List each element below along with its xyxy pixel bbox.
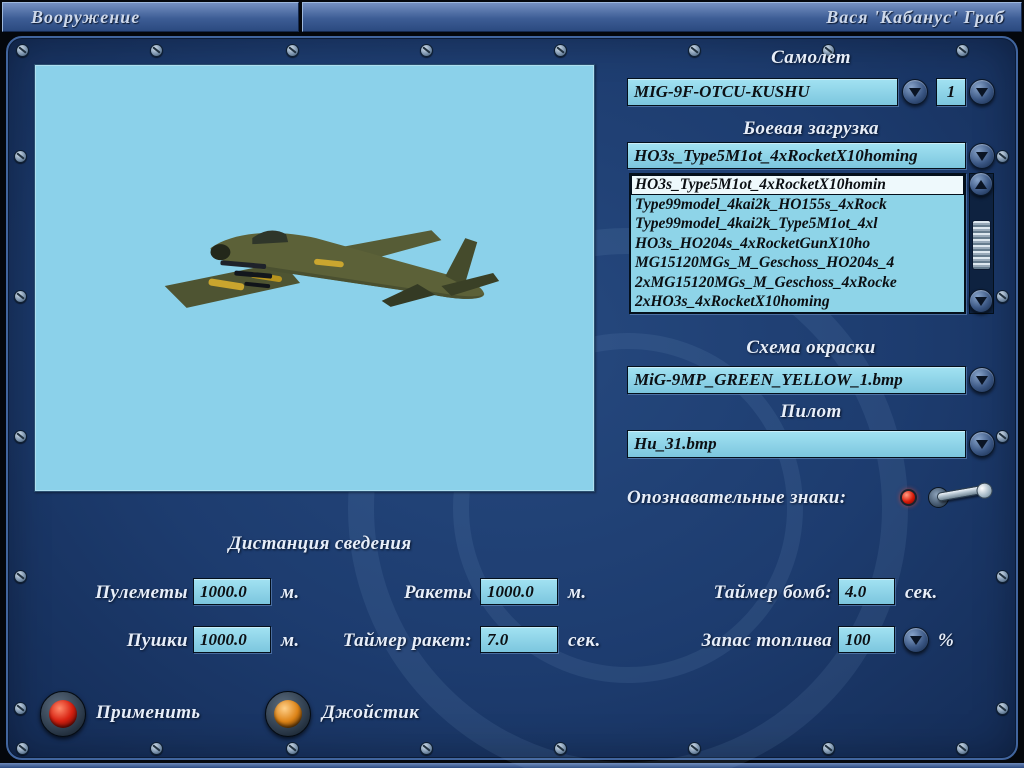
fuel-label: Запас топлива (701, 630, 832, 651)
screen-title: Вооружение (31, 6, 141, 27)
player-name: Вася 'Кабанус' Граб (826, 6, 1005, 27)
screw-icon (554, 44, 567, 57)
loadout-options-list: HO3s_Type5M1ot_4xRocketX10homin Type99mo… (629, 173, 966, 314)
paint-select[interactable]: MiG-9MP_GREEN_YELLOW_1.bmp (627, 366, 966, 394)
markings-toggle[interactable] (898, 481, 998, 515)
fuel-unit: % (938, 630, 955, 651)
paint-label: Схема окраски (746, 337, 876, 358)
joystick-button[interactable] (265, 691, 311, 737)
screw-icon (16, 742, 29, 755)
cannons-label: Пушки (126, 630, 188, 651)
rocket-timer-field[interactable]: 7.0 (480, 626, 558, 653)
aircraft-select[interactable]: MIG-9F-OTCU-KUSHU (627, 78, 898, 106)
screw-icon (996, 290, 1009, 303)
loadout-option[interactable]: MG15120MGs_M_Geschoss_HO204s_4 (631, 253, 964, 273)
mg-convergence-field[interactable]: 1000.0 (193, 578, 271, 605)
loadout-option[interactable]: 2xMG15120MGs_M_Geschoss_4xRocke (631, 273, 964, 293)
loadout-option[interactable]: Type99model_4kai2k_Type5M1ot_4xl (631, 214, 964, 234)
armament-screen: Вооружение Вася 'Кабанус' Граб Самолет M… (0, 0, 1024, 768)
cannons-convergence-field[interactable]: 1000.0 (193, 626, 271, 653)
indicator-light-icon (900, 489, 917, 506)
bomb-timer-label: Таймер бомб: (713, 582, 832, 603)
screw-icon (822, 742, 835, 755)
screw-icon (14, 290, 27, 303)
bottom-strip (0, 763, 1024, 768)
mg-unit: м. (281, 582, 300, 603)
bomb-timer-field[interactable]: 4.0 (838, 578, 895, 605)
red-button-icon (49, 700, 77, 728)
rocket-timer-label: Таймер ракет: (342, 630, 472, 651)
rockets-label: Ракеты (404, 582, 472, 603)
screen-title-tab: Вооружение (2, 2, 299, 32)
bomb-timer-unit: сек. (905, 582, 938, 603)
screw-icon (956, 742, 969, 755)
player-name-bar: Вася 'Кабанус' Граб (302, 2, 1022, 32)
loadout-option[interactable]: 2xHO3s_4xRocketX10homing (631, 292, 964, 312)
aircraft-dropdown-arrow-icon[interactable] (902, 79, 928, 105)
screw-icon (420, 44, 433, 57)
aircraft-model-image (164, 230, 500, 308)
loadout-dropdown-arrow-icon[interactable] (969, 143, 995, 169)
screw-icon (996, 430, 1009, 443)
joystick-button-label[interactable]: Джойстик (322, 702, 419, 724)
screw-icon (996, 150, 1009, 163)
screw-icon (996, 702, 1009, 715)
screw-icon (286, 44, 299, 57)
aircraft-count-arrow-icon[interactable] (969, 79, 995, 105)
loadout-select[interactable]: HO3s_Type5M1ot_4xRocketX10homing (627, 142, 966, 169)
aircraft-preview (34, 64, 595, 492)
rockets-unit: м. (568, 582, 587, 603)
amber-button-icon (274, 700, 302, 728)
screw-icon (150, 44, 163, 57)
loadout-label: Боевая загрузка (743, 118, 879, 139)
cannons-unit: м. (281, 630, 300, 651)
paint-dropdown-arrow-icon[interactable] (969, 367, 995, 393)
scroll-up-arrow-icon[interactable] (969, 172, 993, 196)
aircraft-label: Самолет (771, 47, 851, 68)
loadout-option[interactable]: Type99model_4kai2k_HO155s_4xRock (631, 195, 964, 215)
loadout-option[interactable]: HO3s_HO204s_4xRocketGunX10ho (631, 234, 964, 254)
screw-icon (150, 742, 163, 755)
screw-icon (14, 570, 27, 583)
screw-icon (14, 430, 27, 443)
screw-icon (16, 44, 29, 57)
screw-icon (420, 742, 433, 755)
screw-icon (688, 742, 701, 755)
fuel-arrow-icon[interactable] (903, 627, 929, 653)
screw-icon (996, 570, 1009, 583)
scrollbar-thumb[interactable] (972, 220, 991, 270)
screw-icon (286, 742, 299, 755)
pilot-select[interactable]: Hu_31.bmp (627, 430, 966, 458)
convergence-title: Дистанция сведения (228, 533, 412, 554)
screw-icon (14, 150, 27, 163)
loadout-option[interactable]: HO3s_Type5M1ot_4xRocketX10homin (631, 175, 964, 195)
rockets-convergence-field[interactable]: 1000.0 (480, 578, 558, 605)
screw-icon (554, 742, 567, 755)
pilot-label: Пилот (780, 401, 842, 422)
apply-button[interactable] (40, 691, 86, 737)
apply-button-label[interactable]: Применить (96, 702, 200, 724)
screw-icon (14, 702, 27, 715)
fuel-field[interactable]: 100 (838, 626, 895, 653)
mg-label: Пулеметы (95, 582, 188, 603)
aircraft-count-field[interactable]: 1 (936, 78, 966, 106)
markings-label: Опознавательные знаки: (627, 487, 847, 508)
rocket-timer-unit: сек. (568, 630, 601, 651)
scroll-down-arrow-icon[interactable] (969, 289, 993, 313)
pilot-dropdown-arrow-icon[interactable] (969, 431, 995, 457)
toggle-lever-icon (936, 483, 991, 502)
